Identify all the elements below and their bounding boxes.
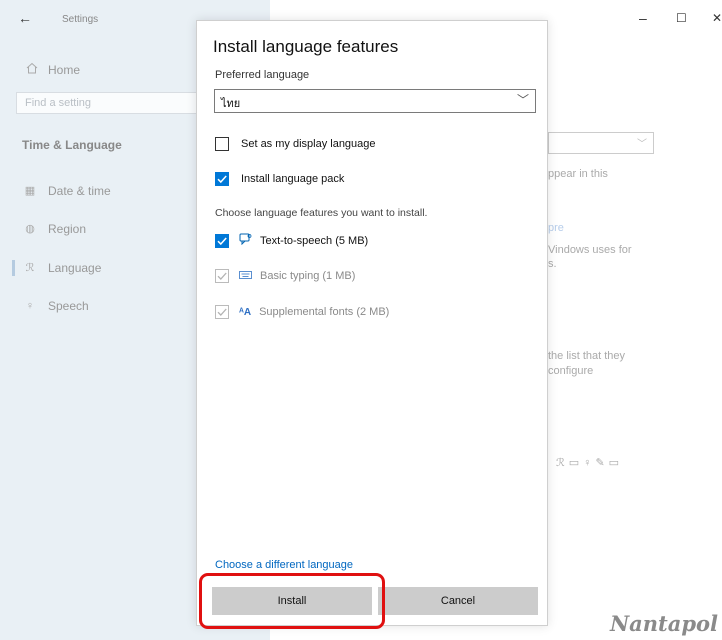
speech-bubble-icon: ▭ [568,457,584,469]
home-icon [26,62,38,77]
nav-item-label: Date & time [48,184,111,198]
dialog-title: Install language features [213,37,399,56]
supplemental-fonts-checkbox [215,305,229,319]
preferred-language-label: Preferred language [215,69,310,81]
feature-text-to-speech[interactable]: Text-to-speech (5 MB) [215,233,368,248]
preferred-language-value: ไทย [221,98,241,110]
feature-label: Basic typing (1 MB) [260,270,356,282]
minimize-button[interactable]: – [639,10,647,26]
display-language-checkbox[interactable] [215,137,229,151]
nav-home[interactable]: Home [26,62,80,77]
option-label: Install language pack [241,173,345,185]
nav-item-label: Region [48,222,87,236]
calendar-clock-icon: ▦ [24,185,36,197]
nav-item-region[interactable]: ◍ Region [24,222,86,236]
background-text: Vindows uses for [548,244,632,256]
background-dropdown[interactable]: ﹀ [548,132,654,154]
language-pack-checkbox[interactable] [215,172,229,186]
chevron-down-icon: ﹀ [637,139,647,150]
feature-label: Supplemental fonts (2 MB) [259,306,390,318]
basic-typing-checkbox [215,269,229,283]
speech-bubble-icon [239,233,252,248]
nav-item-label: Language [48,261,102,275]
text-to-speech-checkbox[interactable] [215,233,229,248]
back-arrow-icon[interactable]: ← [18,10,32,26]
close-button[interactable]: ✕ [712,11,722,25]
font-aa-icon: ᴬA [239,306,252,318]
features-heading: Choose language features you want to ins… [215,207,428,219]
display-language-option[interactable]: Set as my display language [215,137,376,151]
globe-icon: ◍ [25,223,35,235]
nav-home-label: Home [48,62,81,77]
watermark: Nantapol [609,611,718,636]
feature-label: Text-to-speech (5 MB) [260,234,369,247]
cancel-button[interactable]: Cancel [378,587,538,615]
background-text: s. [548,258,557,270]
section-title: Time & Language [22,138,122,152]
feature-basic-typing: Basic typing (1 MB) [215,269,355,283]
active-nav-indicator [12,260,15,276]
nav-item-language[interactable]: ℛ Language [24,261,102,275]
background-link[interactable]: pre [548,220,564,236]
nav-item-date-time[interactable]: ▦ Date & time [24,184,111,198]
install-language-features-dialog: Install language features Preferred lang… [196,20,548,626]
microphone-icon: ♀ [583,457,596,469]
nav-item-label: Speech [48,299,89,313]
preferred-language-select[interactable]: ไทย ﹀ [214,89,536,113]
chevron-down-icon: ﹀ [516,93,529,107]
app-title: Settings [62,14,99,25]
nav-item-speech[interactable]: ♀ Speech [24,299,89,313]
keyboard-icon [239,270,252,283]
keyboard-icon: ▭ [608,457,624,469]
microphone-icon: ♀ [25,300,35,312]
checkmark-icon [217,308,227,316]
language-pack-option[interactable]: Install language pack [215,172,344,186]
checkmark-icon [217,272,227,280]
language-feature-icons: ℛ▭♀✎▭ [556,456,623,469]
background-text: ppear in this [548,168,608,180]
language-icon: ℛ [556,457,569,469]
feature-supplemental-fonts: ᴬA Supplemental fonts (2 MB) [215,305,389,319]
background-text: the list that they [548,350,626,362]
checkmark-icon [217,236,227,245]
maximize-button[interactable]: ☐ [676,11,687,25]
option-label: Set as my display language [241,138,376,150]
background-text: configure [548,365,594,377]
language-icon: ℛ [25,262,35,274]
choose-different-language-link[interactable]: Choose a different language [215,559,353,571]
install-button-highlight [199,573,385,629]
checkmark-icon [217,175,227,184]
handwriting-icon: ✎ [595,457,609,469]
